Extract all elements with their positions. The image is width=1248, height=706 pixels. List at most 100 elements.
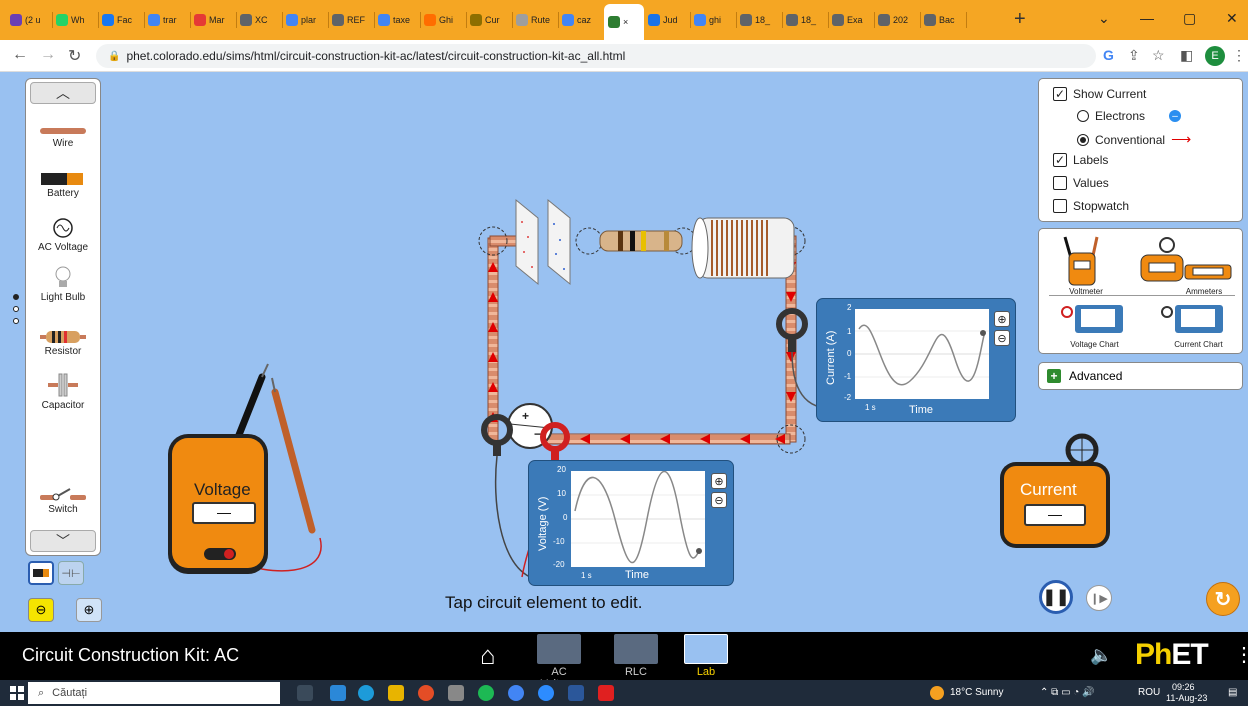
toolbox-item-wire[interactable]: Wire bbox=[26, 127, 100, 149]
voltage-chart[interactable]: Voltage (V) 20 10 0 -10 -20 1 s Time ⊕ ⊖ bbox=[528, 460, 734, 586]
electrons-radio[interactable]: Electrons – bbox=[1077, 109, 1182, 123]
browser-tab[interactable]: plar bbox=[282, 6, 329, 34]
share-icon[interactable]: ⇪ bbox=[1128, 47, 1140, 64]
reload-icon[interactable]: ↻ bbox=[68, 46, 81, 66]
toolbox-item-battery[interactable]: Battery bbox=[26, 173, 100, 199]
voltage-chart-zoom-out-icon[interactable]: ⊖ bbox=[711, 492, 727, 508]
reset-all-button[interactable]: ↻ bbox=[1206, 582, 1240, 616]
taskbar-search-field[interactable]: ⌕ Căutați bbox=[28, 682, 280, 704]
ammeter-probe-right[interactable] bbox=[776, 308, 821, 408]
inductor[interactable] bbox=[691, 217, 795, 279]
browser-tab[interactable]: 18_ bbox=[782, 6, 829, 34]
menu-kebab-icon[interactable]: ⋮ bbox=[1232, 47, 1246, 64]
toolbox-scroll-down-button[interactable]: ﹀ bbox=[30, 530, 96, 552]
current-chart-tool[interactable] bbox=[1161, 303, 1227, 342]
browser-tab[interactable]: Bac bbox=[920, 6, 967, 34]
browser-tab[interactable]: REF bbox=[328, 6, 375, 34]
tray-icons[interactable]: ⌃ ⧉ ▭ ◔ 🔊 bbox=[1040, 687, 1095, 698]
home-icon[interactable]: ⌂ bbox=[480, 640, 496, 671]
current-chart-zoom-in-icon[interactable]: ⊕ bbox=[994, 311, 1010, 327]
show-current-checkbox[interactable]: ✓ Show Current bbox=[1053, 87, 1146, 101]
forward-icon[interactable]: → bbox=[40, 46, 56, 64]
browser-tab[interactable]: ghi bbox=[690, 6, 737, 34]
conventional-radio[interactable]: Conventional ⟶ bbox=[1077, 131, 1191, 148]
capacitor[interactable] bbox=[515, 198, 571, 286]
notifications-icon[interactable]: ▤ bbox=[1228, 687, 1237, 698]
windows-start-icon[interactable] bbox=[10, 686, 24, 700]
toolbox-item-capacitor[interactable]: Capacitor bbox=[26, 373, 100, 411]
toolbox-item-ac-voltage[interactable]: AC Voltage bbox=[26, 217, 100, 253]
maximize-icon[interactable]: ▢ bbox=[1183, 10, 1196, 27]
zoom-icon[interactable] bbox=[538, 685, 554, 701]
chrome-icon[interactable] bbox=[418, 685, 434, 701]
carousel-page-dot[interactable] bbox=[13, 306, 19, 312]
browser-tab[interactable]: caz bbox=[558, 6, 605, 34]
screen-tab-rlc[interactable]: RLC bbox=[612, 634, 660, 678]
clock-time[interactable]: 09:26 bbox=[1172, 682, 1195, 692]
weather-text[interactable]: 18°C Sunny bbox=[950, 687, 1003, 698]
browser-tab[interactable]: Cur bbox=[466, 6, 513, 34]
browser-tab[interactable]: 18_ bbox=[736, 6, 783, 34]
browser-tab[interactable]: × bbox=[604, 4, 644, 40]
task-view-icon[interactable] bbox=[297, 685, 313, 701]
sidepanel-icon[interactable]: ◧ bbox=[1180, 47, 1193, 64]
lifelike-view-button[interactable] bbox=[28, 561, 54, 585]
current-chart-zoom-out-icon[interactable]: ⊖ bbox=[994, 330, 1010, 346]
carousel-page-dot[interactable] bbox=[13, 318, 19, 324]
step-forward-button[interactable]: ❙▶ bbox=[1086, 585, 1112, 611]
toolbox-scroll-up-button[interactable]: ︿ bbox=[30, 82, 96, 104]
schematic-view-button[interactable]: ⊣⊢ bbox=[58, 561, 84, 585]
edge-icon[interactable] bbox=[358, 685, 374, 701]
language-indicator[interactable]: ROU bbox=[1138, 687, 1160, 698]
browser-tab[interactable]: (2 u bbox=[6, 6, 53, 34]
url-field[interactable]: 🔒 phet.colorado.edu/sims/html/circuit-co… bbox=[96, 44, 1096, 68]
toolbox-item-resistor[interactable]: Resistor bbox=[26, 331, 100, 357]
ammeter[interactable]: Current — bbox=[1000, 433, 1110, 548]
ammeter-tool[interactable] bbox=[1135, 233, 1235, 290]
voltage-chart-zoom-in-icon[interactable]: ⊕ bbox=[711, 473, 727, 489]
carousel-page-dot[interactable] bbox=[13, 294, 19, 300]
sound-toggle-icon[interactable]: 🔈 bbox=[1090, 645, 1112, 666]
profile-avatar[interactable]: E bbox=[1205, 46, 1225, 66]
browser-tab[interactable]: Mar bbox=[190, 6, 237, 34]
browser-tab[interactable]: XC bbox=[236, 6, 283, 34]
back-icon[interactable]: ← bbox=[12, 46, 28, 64]
toolbox-item-switch[interactable]: Switch bbox=[26, 487, 100, 515]
browser-tab[interactable]: Exa bbox=[828, 6, 875, 34]
values-checkbox[interactable]: Values bbox=[1053, 176, 1109, 190]
browser-tab[interactable]: Wh bbox=[52, 6, 99, 34]
stopwatch-checkbox[interactable]: Stopwatch bbox=[1053, 199, 1129, 213]
minimize-icon[interactable]: — bbox=[1140, 10, 1154, 26]
advanced-accordion[interactable]: + Advanced bbox=[1038, 362, 1243, 390]
labels-checkbox[interactable]: ✓ Labels bbox=[1053, 153, 1108, 167]
browser-tab[interactable]: Fac bbox=[98, 6, 145, 34]
google-lens-icon[interactable]: G bbox=[1103, 47, 1114, 63]
tab-search-icon[interactable]: ⌄ bbox=[1098, 10, 1110, 27]
browser-tab[interactable]: Ghi bbox=[420, 6, 467, 34]
phet-menu-icon[interactable]: ⋮ bbox=[1234, 642, 1248, 667]
toolbox-item-light-bulb[interactable]: Light Bulb bbox=[26, 265, 100, 303]
acrobat-icon[interactable] bbox=[598, 685, 614, 701]
virtualbox-icon[interactable] bbox=[330, 685, 346, 701]
calculator-icon[interactable] bbox=[448, 685, 464, 701]
file-explorer-icon[interactable] bbox=[388, 685, 404, 701]
play-pause-button[interactable]: ❚❚ bbox=[1039, 580, 1073, 614]
resistor[interactable] bbox=[599, 230, 683, 252]
phet-logo[interactable]: PhET bbox=[1135, 638, 1209, 672]
clock-date[interactable]: 11-Aug-23 bbox=[1166, 693, 1207, 703]
browser-tab[interactable]: Rute bbox=[512, 6, 559, 34]
new-tab-button[interactable]: + bbox=[1014, 8, 1026, 31]
word-icon[interactable] bbox=[568, 685, 584, 701]
browser-tab[interactable]: 202 bbox=[874, 6, 921, 34]
chrome-profile-icon[interactable] bbox=[508, 685, 524, 701]
browser-tab[interactable]: taxe bbox=[374, 6, 421, 34]
current-chart[interactable]: Current (A) 2 1 0 -1 -2 1 s Time ⊕ ⊖ bbox=[816, 298, 1016, 422]
browser-tab[interactable]: trar bbox=[144, 6, 191, 34]
voltage-chart-tool[interactable] bbox=[1061, 303, 1127, 342]
bookmark-star-icon[interactable]: ☆ bbox=[1152, 47, 1165, 64]
zoom-out-button[interactable]: ⊖ bbox=[28, 598, 54, 622]
screen-tab-lab[interactable]: Lab bbox=[682, 634, 730, 678]
zoom-in-button[interactable]: ⊕ bbox=[76, 598, 102, 622]
browser-tab[interactable]: Jud bbox=[644, 6, 691, 34]
spotify-icon[interactable] bbox=[478, 685, 494, 701]
